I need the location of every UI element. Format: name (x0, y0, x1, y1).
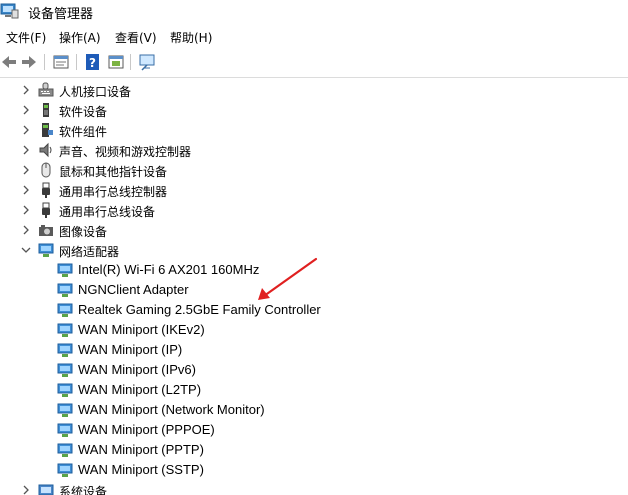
tree-item-label: 通用串行总线设备 (59, 205, 156, 219)
tree-item-sound-video-game[interactable]: 声音、视频和游戏控制器 (0, 140, 628, 160)
tree-subitem-network-adapter[interactable]: WAN Miniport (IKEv2) (0, 320, 628, 340)
menu-view[interactable]: 查看(V) (115, 29, 157, 46)
usb-icon (42, 182, 50, 198)
forward-icon[interactable] (20, 53, 38, 71)
network-adapter-icon (57, 343, 73, 357)
tree-subitem-label: NGNClient Adapter (78, 282, 189, 297)
chevron-right-icon[interactable] (20, 163, 32, 177)
usb-icon (42, 202, 50, 218)
software-component-icon (42, 123, 53, 137)
toolbar-separator (76, 54, 77, 70)
tree-item-label: 系统设备 (59, 485, 108, 495)
tree-subitem-label: WAN Miniport (IPv6) (78, 362, 196, 377)
tree-item-software-devices[interactable]: 软件设备 (0, 100, 628, 120)
network-adapter-icon (38, 243, 54, 257)
title-bar: 设备管理器 (0, 0, 628, 26)
network-adapter-icon (57, 263, 73, 277)
tree-item-hid[interactable]: 人机接口设备 (0, 80, 628, 100)
network-adapter-icon (57, 463, 73, 477)
svg-text:?: ? (89, 56, 96, 70)
tree-item-label: 人机接口设备 (59, 85, 132, 99)
tree-item-label: 通用串行总线控制器 (59, 185, 168, 199)
chevron-down-icon[interactable] (20, 243, 32, 257)
toolbar-separator (130, 54, 131, 70)
tree-subitem-label: Realtek Gaming 2.5GbE Family Controller (78, 302, 321, 317)
chevron-right-icon[interactable] (20, 83, 32, 97)
network-adapter-icon (57, 403, 73, 417)
window-title: 设备管理器 (28, 7, 94, 22)
chevron-right-icon[interactable] (20, 203, 32, 217)
toolbar: ? (0, 48, 628, 78)
tree-subitem-network-adapter[interactable]: WAN Miniport (PPTP) (0, 440, 628, 460)
network-adapter-icon (57, 363, 73, 377)
menu-help[interactable]: 帮助(H) (170, 29, 212, 46)
tree-subitem-network-adapter[interactable]: Intel(R) Wi-Fi 6 AX201 160MHz (0, 260, 628, 280)
tree-item-label: 网络适配器 (59, 245, 120, 259)
menu-file[interactable]: 文件(F) (6, 29, 46, 46)
tree-subitem-label: WAN Miniport (Network Monitor) (78, 402, 265, 417)
tree-subitem-network-adapter[interactable]: WAN Miniport (IPv6) (0, 360, 628, 380)
tree-subitem-label: WAN Miniport (IP) (78, 342, 183, 357)
chevron-right-icon[interactable] (20, 223, 32, 237)
tree-subitem-network-adapter[interactable]: Realtek Gaming 2.5GbE Family Controller (0, 300, 628, 320)
menu-action[interactable]: 操作(A) (59, 29, 101, 46)
tree-subitem-label: WAN Miniport (IKEv2) (78, 322, 205, 337)
speaker-icon (39, 142, 52, 158)
mouse-icon (41, 162, 51, 178)
device-tree: 人机接口设备 软件设备 软件组件 声音、视频和游戏控制器 鼠标和其他指针设备 通… (0, 80, 628, 495)
tree-item-label: 软件设备 (59, 105, 108, 119)
tree-item-label: 鼠标和其他指针设备 (59, 165, 168, 179)
software-device-icon (43, 103, 49, 117)
tree-item-label: 图像设备 (59, 225, 108, 239)
tree-subitem-label: Intel(R) Wi-Fi 6 AX201 160MHz (78, 262, 260, 277)
chevron-right-icon[interactable] (20, 483, 32, 495)
hid-icon (38, 82, 54, 97)
network-adapter-icon (57, 323, 73, 337)
chevron-right-icon[interactable] (20, 143, 32, 157)
tree-subitem-network-adapter[interactable]: NGNClient Adapter (0, 280, 628, 300)
network-adapter-icon (57, 303, 73, 317)
tree-item-software-components[interactable]: 软件组件 (0, 120, 628, 140)
back-icon[interactable] (0, 53, 18, 71)
tree-item-label: 软件组件 (59, 125, 108, 139)
tree-item-system-devices[interactable]: 系统设备 (0, 480, 628, 495)
network-adapter-icon (57, 383, 73, 397)
tree-subitem-label: WAN Miniport (SSTP) (78, 462, 204, 477)
camera-icon (39, 225, 53, 236)
tree-subitem-network-adapter[interactable]: WAN Miniport (L2TP) (0, 380, 628, 400)
update-driver-icon[interactable] (107, 53, 125, 71)
tree-item-mice[interactable]: 鼠标和其他指针设备 (0, 160, 628, 180)
network-adapter-icon (57, 443, 73, 457)
tree-item-usb-devices[interactable]: 通用串行总线设备 (0, 200, 628, 220)
tree-item-network-adapters[interactable]: 网络适配器 (0, 240, 628, 260)
system-device-icon (38, 484, 54, 495)
tree-subitem-label: WAN Miniport (PPPOE) (78, 422, 215, 437)
tree-subitem-label: WAN Miniport (PPTP) (78, 442, 204, 457)
chevron-right-icon[interactable] (20, 123, 32, 137)
network-adapter-icon (57, 423, 73, 437)
help-icon[interactable]: ? (84, 53, 102, 71)
tree-subitem-network-adapter[interactable]: WAN Miniport (PPPOE) (0, 420, 628, 440)
tree-subitem-network-adapter[interactable]: WAN Miniport (IP) (0, 340, 628, 360)
chevron-right-icon[interactable] (20, 103, 32, 117)
tree-subitem-network-adapter[interactable]: WAN Miniport (Network Monitor) (0, 400, 628, 420)
tree-subitem-label: WAN Miniport (L2TP) (78, 382, 202, 397)
properties-icon[interactable] (52, 53, 70, 71)
tree-item-usb-controllers[interactable]: 通用串行总线控制器 (0, 180, 628, 200)
network-adapter-icon (57, 283, 73, 297)
tree-item-imaging-devices[interactable]: 图像设备 (0, 220, 628, 240)
chevron-right-icon[interactable] (20, 183, 32, 197)
tree-item-label: 声音、视频和游戏控制器 (59, 145, 192, 159)
monitor-icon[interactable] (138, 53, 156, 71)
menu-bar: 文件(F) 操作(A) 查看(V) 帮助(H) (0, 26, 628, 48)
device-manager-icon (0, 3, 19, 19)
toolbar-separator (44, 54, 45, 70)
tree-subitem-network-adapter[interactable]: WAN Miniport (SSTP) (0, 460, 628, 480)
